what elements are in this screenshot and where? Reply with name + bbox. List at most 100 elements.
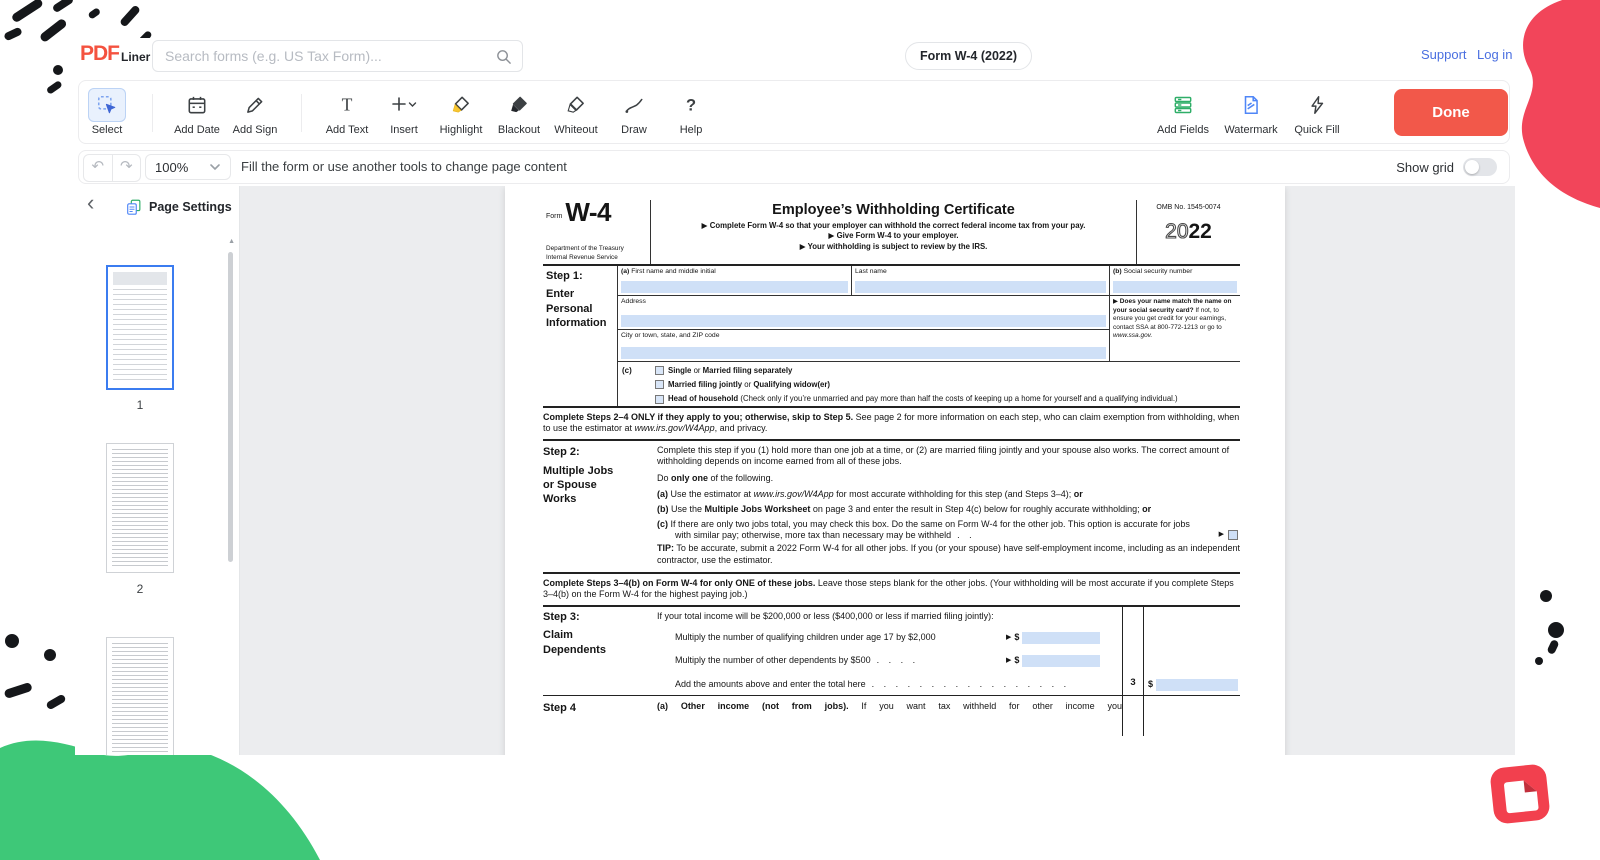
tool-add-fields[interactable]: Add Fields: [1151, 88, 1215, 136]
logo-liner-text: Liner: [121, 50, 150, 64]
step1-label: Step 1:: [546, 269, 615, 283]
tool-blackout[interactable]: Blackout: [491, 88, 547, 136]
search-icon: [495, 48, 512, 65]
single-checkbox[interactable]: [655, 366, 664, 375]
page-1-number: 1: [106, 398, 174, 412]
step3-line-2: Multiply the number of other dependents …: [657, 650, 1122, 673]
step3-line-number-column: 3: [1122, 607, 1144, 695]
ssn-input[interactable]: [1113, 281, 1237, 293]
tool-select[interactable]: Select: [79, 88, 135, 136]
other-dependents-amount-input[interactable]: [1022, 655, 1100, 667]
step2-option-c: (c) If there are only two jobs total, yo…: [657, 519, 1240, 541]
tool-add-date[interactable]: Add Date: [169, 88, 225, 136]
married-joint-checkbox[interactable]: [655, 380, 664, 389]
w4-form: Form W-4 Department of the Treasury Inte…: [543, 200, 1240, 736]
city-input[interactable]: [621, 347, 1106, 359]
step3-line-3: Add the amounts above and enter the tota…: [657, 673, 1122, 696]
top-header: PDF Liner Form W-4 (2022) Support Log in: [75, 38, 1515, 78]
step3-total-input[interactable]: [1156, 679, 1238, 691]
head-of-household-checkbox[interactable]: [655, 395, 664, 404]
step4-option-a: (a) Other income (not from jobs). If you…: [657, 696, 1122, 736]
redo-icon[interactable]: ↷: [113, 155, 141, 181]
pdf-page: Form W-4 Department of the Treasury Inte…: [505, 186, 1285, 755]
step2-paragraph-1: Complete this step if you (1) hold more …: [657, 445, 1240, 467]
step4-line-number-column: [1122, 696, 1144, 736]
two-jobs-checkbox[interactable]: [1228, 530, 1238, 540]
page-settings-icon: [125, 198, 143, 216]
city-cell: City or town, state, and ZIP code: [618, 330, 1109, 361]
qualifying-children-amount-input[interactable]: [1022, 632, 1100, 644]
toolbar-hint-text: Fill the form or use another tools to ch…: [241, 151, 567, 183]
tool-draw[interactable]: Draw: [606, 88, 662, 136]
zoom-value: 100%: [155, 160, 209, 175]
step3-section: Step 3: Claim Dependents If your total i…: [543, 607, 1240, 696]
first-name-input[interactable]: [621, 281, 848, 293]
pdfliner-logo[interactable]: PDF Liner: [80, 43, 150, 64]
tool-help[interactable]: ? Help: [663, 88, 719, 136]
tool-whiteout[interactable]: Whiteout: [548, 88, 604, 136]
page-settings-label: Page Settings: [149, 200, 232, 214]
secondary-toolbar: ↶ ↷ 100% Fill the form or use another to…: [78, 150, 1510, 184]
scrollbar-up-arrow[interactable]: ▲: [228, 238, 235, 245]
document-title-badge: Form W-4 (2022): [905, 42, 1032, 70]
filing-single-label: Single or Married filing separately: [668, 366, 792, 376]
insert-plus-icon: [385, 88, 423, 122]
tool-insert[interactable]: Insert: [376, 88, 432, 136]
chevron-down-icon: [209, 163, 221, 171]
page-2-thumbnail[interactable]: [106, 443, 174, 573]
undo-icon[interactable]: ↶: [84, 155, 113, 181]
form-bullet-1: ▶ Complete Form W-4 so that your employe…: [657, 221, 1130, 232]
toggle-knob: [1465, 160, 1479, 174]
green-blob-bottom-left: [0, 740, 320, 860]
toolbar-divider: [152, 94, 153, 132]
tool-quick-fill[interactable]: Quick Fill: [1285, 88, 1349, 136]
tool-highlight[interactable]: Highlight: [433, 88, 489, 136]
support-link[interactable]: Support: [1421, 47, 1467, 62]
login-link[interactable]: Log in: [1477, 47, 1512, 62]
collapse-sidebar-icon[interactable]: ‹: [87, 190, 94, 216]
last-name-input[interactable]: [855, 281, 1106, 293]
form-bullet-3: ▶ Your withholding is subject to review …: [657, 242, 1130, 253]
filing-hoh-label: Head of household (Check only if you’re …: [668, 394, 1178, 404]
tool-watermark[interactable]: Watermark: [1219, 88, 1283, 136]
step3-line-1: Multiply the number of qualifying childr…: [657, 627, 1122, 650]
tool-add-text[interactable]: T Add Text: [319, 88, 375, 136]
zoom-dropdown[interactable]: 100%: [145, 154, 231, 180]
show-grid-toggle[interactable]: [1463, 158, 1497, 176]
step2-option-a: (a) Use the estimator at www.irs.gov/W4A…: [657, 489, 1240, 500]
address-input[interactable]: [621, 315, 1106, 327]
search-box[interactable]: [152, 40, 523, 72]
step2-title: Multiple Jobs or Spouse Works: [543, 464, 627, 507]
done-button[interactable]: Done: [1394, 89, 1508, 136]
filing-joint-label: Married filing jointly or Qualifying wid…: [668, 380, 830, 390]
undo-redo-group: ↶ ↷: [83, 154, 141, 182]
filing-status-row: (c) Single or Married filing separately …: [618, 362, 1240, 406]
text-icon: T: [328, 88, 366, 122]
form-number: W-4: [565, 201, 611, 224]
step3-title: Claim Dependents: [543, 628, 613, 657]
add-fields-icon: [1164, 88, 1202, 122]
sidebar-scrollbar[interactable]: [228, 252, 233, 562]
page-settings-button[interactable]: Page Settings: [125, 198, 232, 216]
document-canvas: Form W-4 Department of the Treasury Inte…: [240, 186, 1515, 755]
pdf-app-icon: [1489, 763, 1551, 825]
select-cursor-icon: [88, 88, 126, 122]
form-word: Form: [546, 213, 562, 225]
omb-number: OMB No. 1545-0074: [1137, 204, 1240, 213]
line-3-number: 3: [1123, 677, 1143, 689]
workspace: ‹ Page Settings 1 2 3 ▲: [75, 186, 1515, 755]
ssn-cell: (b) Social security number: [1109, 266, 1240, 295]
page-1-thumbnail[interactable]: [106, 265, 174, 390]
search-input[interactable]: [163, 47, 495, 65]
signature-pen-icon: [236, 88, 274, 122]
last-name-cell: Last name: [851, 266, 1109, 295]
step2-label: Step 2:: [543, 445, 657, 459]
step1-label-cell: Step 1: Enter Personal Information: [543, 266, 618, 406]
step4-amount-column: [1144, 696, 1240, 736]
address-cell: Address: [618, 296, 1109, 330]
logo-pdf-text: PDF: [80, 43, 119, 64]
form-id-cell: Form W-4 Department of the Treasury Inte…: [543, 200, 650, 264]
red-blob-right: [1522, 0, 1600, 208]
tool-add-sign[interactable]: Add Sign: [227, 88, 283, 136]
page-3-thumbnail[interactable]: [106, 637, 174, 755]
